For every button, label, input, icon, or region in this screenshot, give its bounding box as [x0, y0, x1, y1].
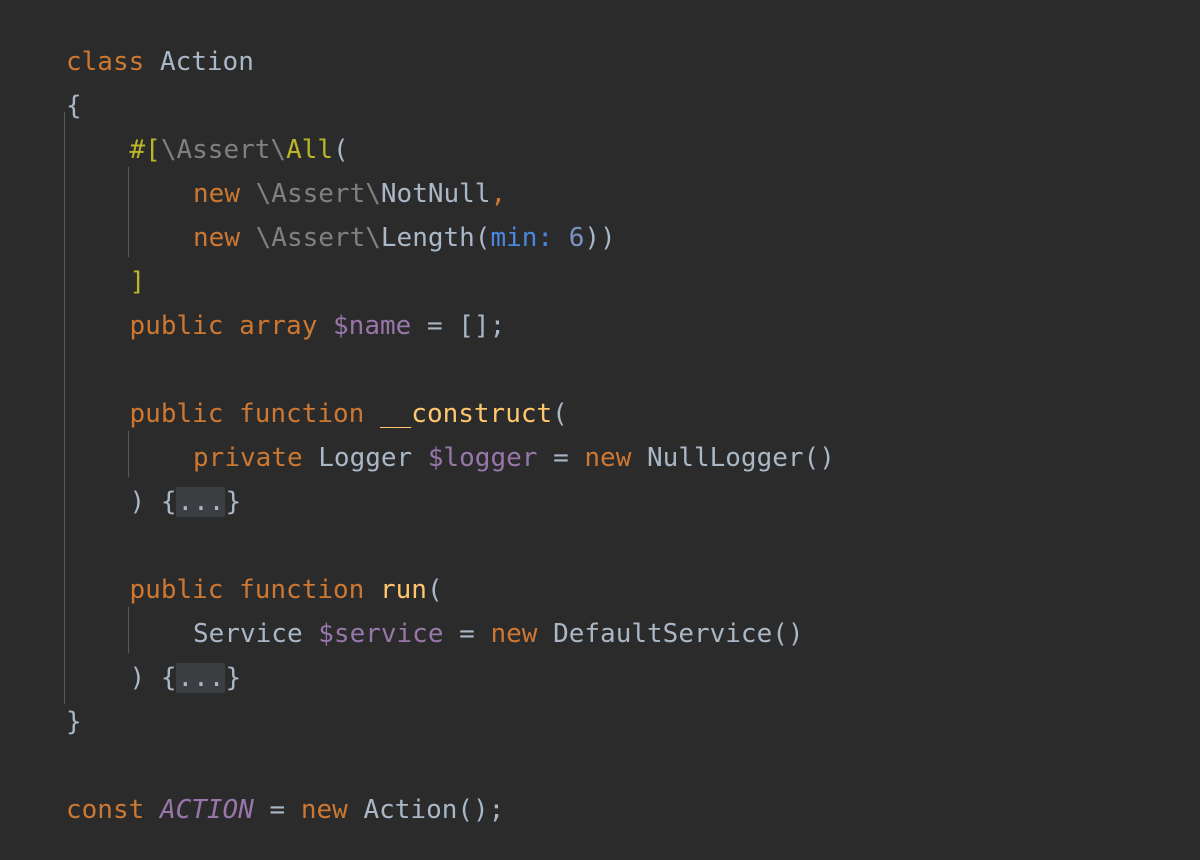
token-text: NullLogger(): [631, 443, 835, 473]
token-keyword: new: [300, 795, 348, 825]
line-run-param-service[interactable]: Service $service = new DefaultService(): [193, 612, 804, 656]
token-keyword: public array: [129, 311, 318, 341]
token-namespace: \Assert\: [160, 135, 287, 165]
token-constant: ACTION: [159, 795, 254, 825]
token-text: (: [426, 575, 443, 605]
line-attribute-notnull[interactable]: new \Assert\NotNull,: [193, 172, 506, 216]
token-text: = [];: [411, 311, 506, 341]
token-named-argument: min:: [490, 223, 554, 253]
line-run-body-folded[interactable]: ) {...}: [129, 656, 242, 700]
token-namespace: \Assert\: [255, 223, 381, 253]
token-text: {: [66, 91, 82, 121]
token-keyword: private: [193, 443, 303, 473]
token-class-name: Action: [159, 47, 254, 77]
token-attribute: #[: [129, 135, 161, 165]
token-text: }: [225, 663, 242, 693]
line-const-action[interactable]: const ACTION = new Action();: [66, 788, 504, 832]
token-text: =: [253, 795, 301, 825]
line-attribute-close[interactable]: ]: [130, 260, 146, 304]
token-keyword: const: [66, 795, 145, 825]
token-text: Logger: [302, 443, 428, 473]
token-text: Length(: [380, 223, 491, 253]
line-property-name[interactable]: public array $name = [];: [130, 304, 506, 348]
folded-code-marker[interactable]: ...: [176, 663, 226, 693]
token-text: (: [552, 399, 568, 429]
token-text: }: [66, 707, 82, 737]
token-text: ) {: [129, 663, 177, 693]
token-text: =: [537, 443, 585, 473]
line-construct-body-folded[interactable]: ) {...}: [129, 480, 242, 524]
line-run-signature[interactable]: public function run(: [130, 568, 443, 612]
line-construct-signature[interactable]: public function __construct(: [130, 392, 568, 436]
line-class-close-brace[interactable]: }: [66, 700, 82, 744]
line-attribute-length[interactable]: new \Assert\Length(min: 6)): [193, 216, 616, 260]
code-lines-container[interactable]: class Action{#[\Assert\All(new \Assert\N…: [0, 0, 1200, 860]
token-text: Service: [193, 619, 319, 649]
token-variable: $name: [333, 311, 412, 341]
token-keyword: new: [193, 179, 240, 209]
token-number: 6: [568, 223, 585, 253]
token-text: )): [584, 223, 616, 253]
token-function-name: __construct: [379, 399, 553, 429]
line-attribute-open[interactable]: #[\Assert\All(: [130, 128, 349, 172]
token-keyword: public function: [129, 575, 365, 605]
token-keyword: class: [66, 47, 145, 77]
folded-code-marker[interactable]: ...: [176, 487, 226, 517]
token-variable: $service: [318, 619, 444, 649]
token-text: NotNull: [380, 179, 491, 209]
code-surface[interactable]: class Action{#[\Assert\All(new \Assert\N…: [0, 0, 1200, 860]
token-text: (: [333, 135, 349, 165]
token-variable: $logger: [427, 443, 538, 473]
token-keyword: new: [584, 443, 632, 473]
token-text: ) {: [129, 487, 177, 517]
token-namespace: \Assert\: [255, 179, 381, 209]
code-editor[interactable]: class Action{#[\Assert\All(new \Assert\N…: [0, 0, 1200, 860]
token-keyword: public function: [129, 399, 365, 429]
token-attribute: All: [286, 135, 334, 165]
token-text: DefaultService(): [537, 619, 804, 649]
token-function-name: run: [379, 575, 427, 605]
token-keyword: ,: [490, 179, 507, 209]
token-text: Action();: [347, 795, 505, 825]
token-keyword: new: [193, 223, 240, 253]
line-class-open-brace[interactable]: {: [66, 84, 82, 128]
token-attribute: ]: [129, 267, 146, 297]
token-text: }: [225, 487, 242, 517]
line-construct-param-logger[interactable]: private Logger $logger = new NullLogger(…: [193, 436, 835, 480]
line-class-declaration[interactable]: class Action: [66, 40, 254, 84]
token-text: =: [443, 619, 491, 649]
token-keyword: new: [490, 619, 538, 649]
